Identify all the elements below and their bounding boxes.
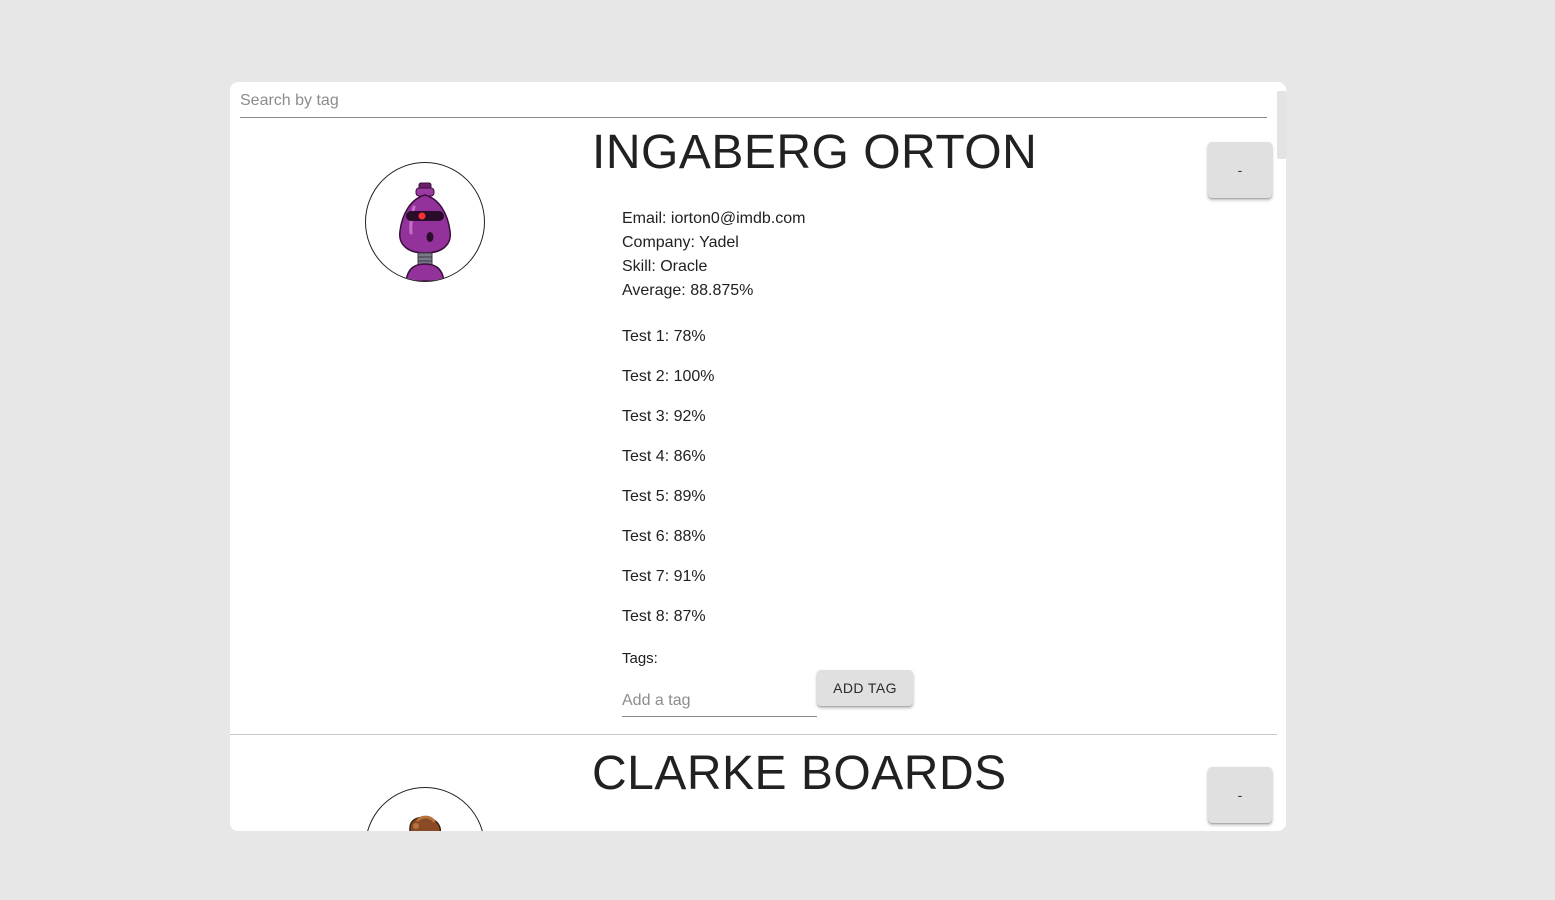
- purple-robot-avatar-icon: [399, 182, 451, 281]
- student-skill: Skill: Oracle: [622, 258, 708, 275]
- search-input[interactable]: [240, 88, 1267, 114]
- student-card: CLARKE BOARDS -: [230, 735, 1277, 831]
- test-score: Test 1: 78%: [622, 328, 706, 345]
- tag-field: [622, 687, 817, 717]
- test-score: Test 8: 87%: [622, 608, 706, 625]
- search-field: [240, 88, 1267, 118]
- tags-label: Tags:: [622, 650, 658, 667]
- student-email: Email: iorton0@imdb.com: [622, 210, 806, 227]
- test-score: Test 7: 91%: [622, 568, 706, 585]
- student-card: INGABERG ORTON - Email: iorton0@imdb.com…: [230, 117, 1277, 735]
- student-list-card: INGABERG ORTON - Email: iorton0@imdb.com…: [230, 82, 1286, 831]
- test-score: Test 3: 92%: [622, 408, 706, 425]
- student-details: Email: iorton0@imdb.com Company: Yadel S…: [622, 207, 805, 303]
- add-tag-button[interactable]: ADD TAG: [817, 670, 913, 706]
- student-company: Company: Yadel: [622, 234, 739, 251]
- test-score: Test 4: 86%: [622, 448, 706, 465]
- student-name: CLARKE BOARDS: [592, 747, 1007, 800]
- student-avatar: [365, 162, 485, 282]
- student-average: Average: 88.875%: [622, 282, 754, 299]
- brown-robot-avatar-icon: [409, 815, 442, 831]
- test-score: Test 2: 100%: [622, 368, 715, 385]
- toggle-details-button[interactable]: -: [1208, 142, 1272, 198]
- test-score: Test 5: 89%: [622, 488, 706, 505]
- student-avatar: [365, 787, 485, 831]
- scrollbar-thumb[interactable]: [1277, 91, 1286, 159]
- test-scores-list: Test 1: 78% Test 2: 100% Test 3: 92% Tes…: [622, 327, 715, 647]
- student-name: INGABERG ORTON: [592, 126, 1038, 179]
- tag-input[interactable]: [622, 687, 817, 715]
- test-score: Test 6: 88%: [622, 528, 706, 545]
- toggle-details-button[interactable]: -: [1208, 767, 1272, 823]
